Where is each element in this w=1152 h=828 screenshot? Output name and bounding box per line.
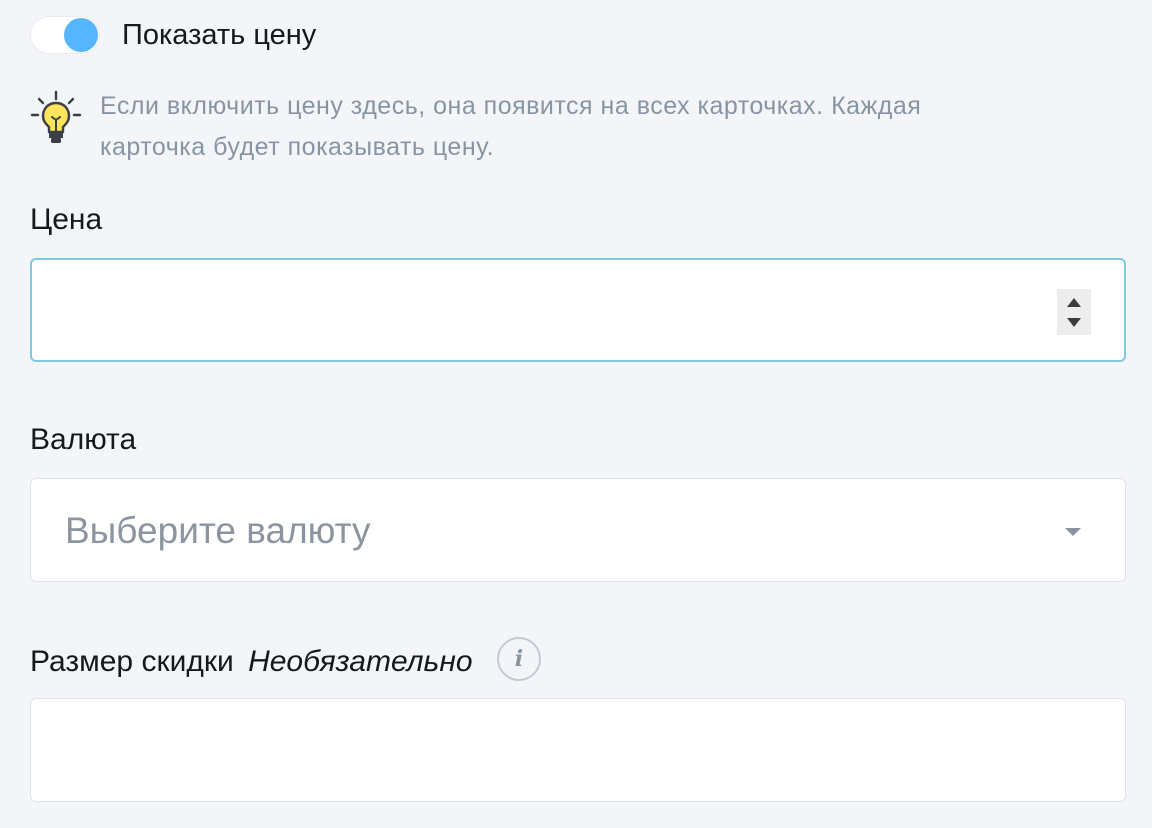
show-price-row: Показать цену <box>30 12 316 58</box>
info-icon[interactable]: i <box>496 637 541 681</box>
lightbulb-icon <box>30 90 82 143</box>
increment-icon[interactable] <box>1067 297 1081 307</box>
show-price-toggle[interactable] <box>30 16 100 54</box>
price-input[interactable] <box>30 258 1126 362</box>
currency-label: Валюта <box>30 423 137 456</box>
toggle-knob <box>64 18 98 52</box>
discount-input[interactable] <box>30 698 1126 802</box>
optional-label: Необязательно <box>248 644 473 678</box>
currency-placeholder: Выберите валюту <box>65 510 371 551</box>
price-stepper[interactable] <box>1057 289 1091 335</box>
currency-select[interactable]: Выберите валюту <box>30 478 1126 582</box>
discount-label: Размер скидки <box>30 644 234 678</box>
caret-down-icon <box>1065 528 1081 536</box>
decrement-icon[interactable] <box>1067 317 1081 327</box>
price-hint: Если включить цену здесь, она появится н… <box>30 86 1030 168</box>
show-price-label: Показать цену <box>122 18 317 51</box>
price-label: Цена <box>30 203 103 236</box>
discount-label-row: Размер скидки Необязательно i <box>30 637 541 685</box>
hint-text: Если включить цену здесь, она появится н… <box>100 92 922 161</box>
